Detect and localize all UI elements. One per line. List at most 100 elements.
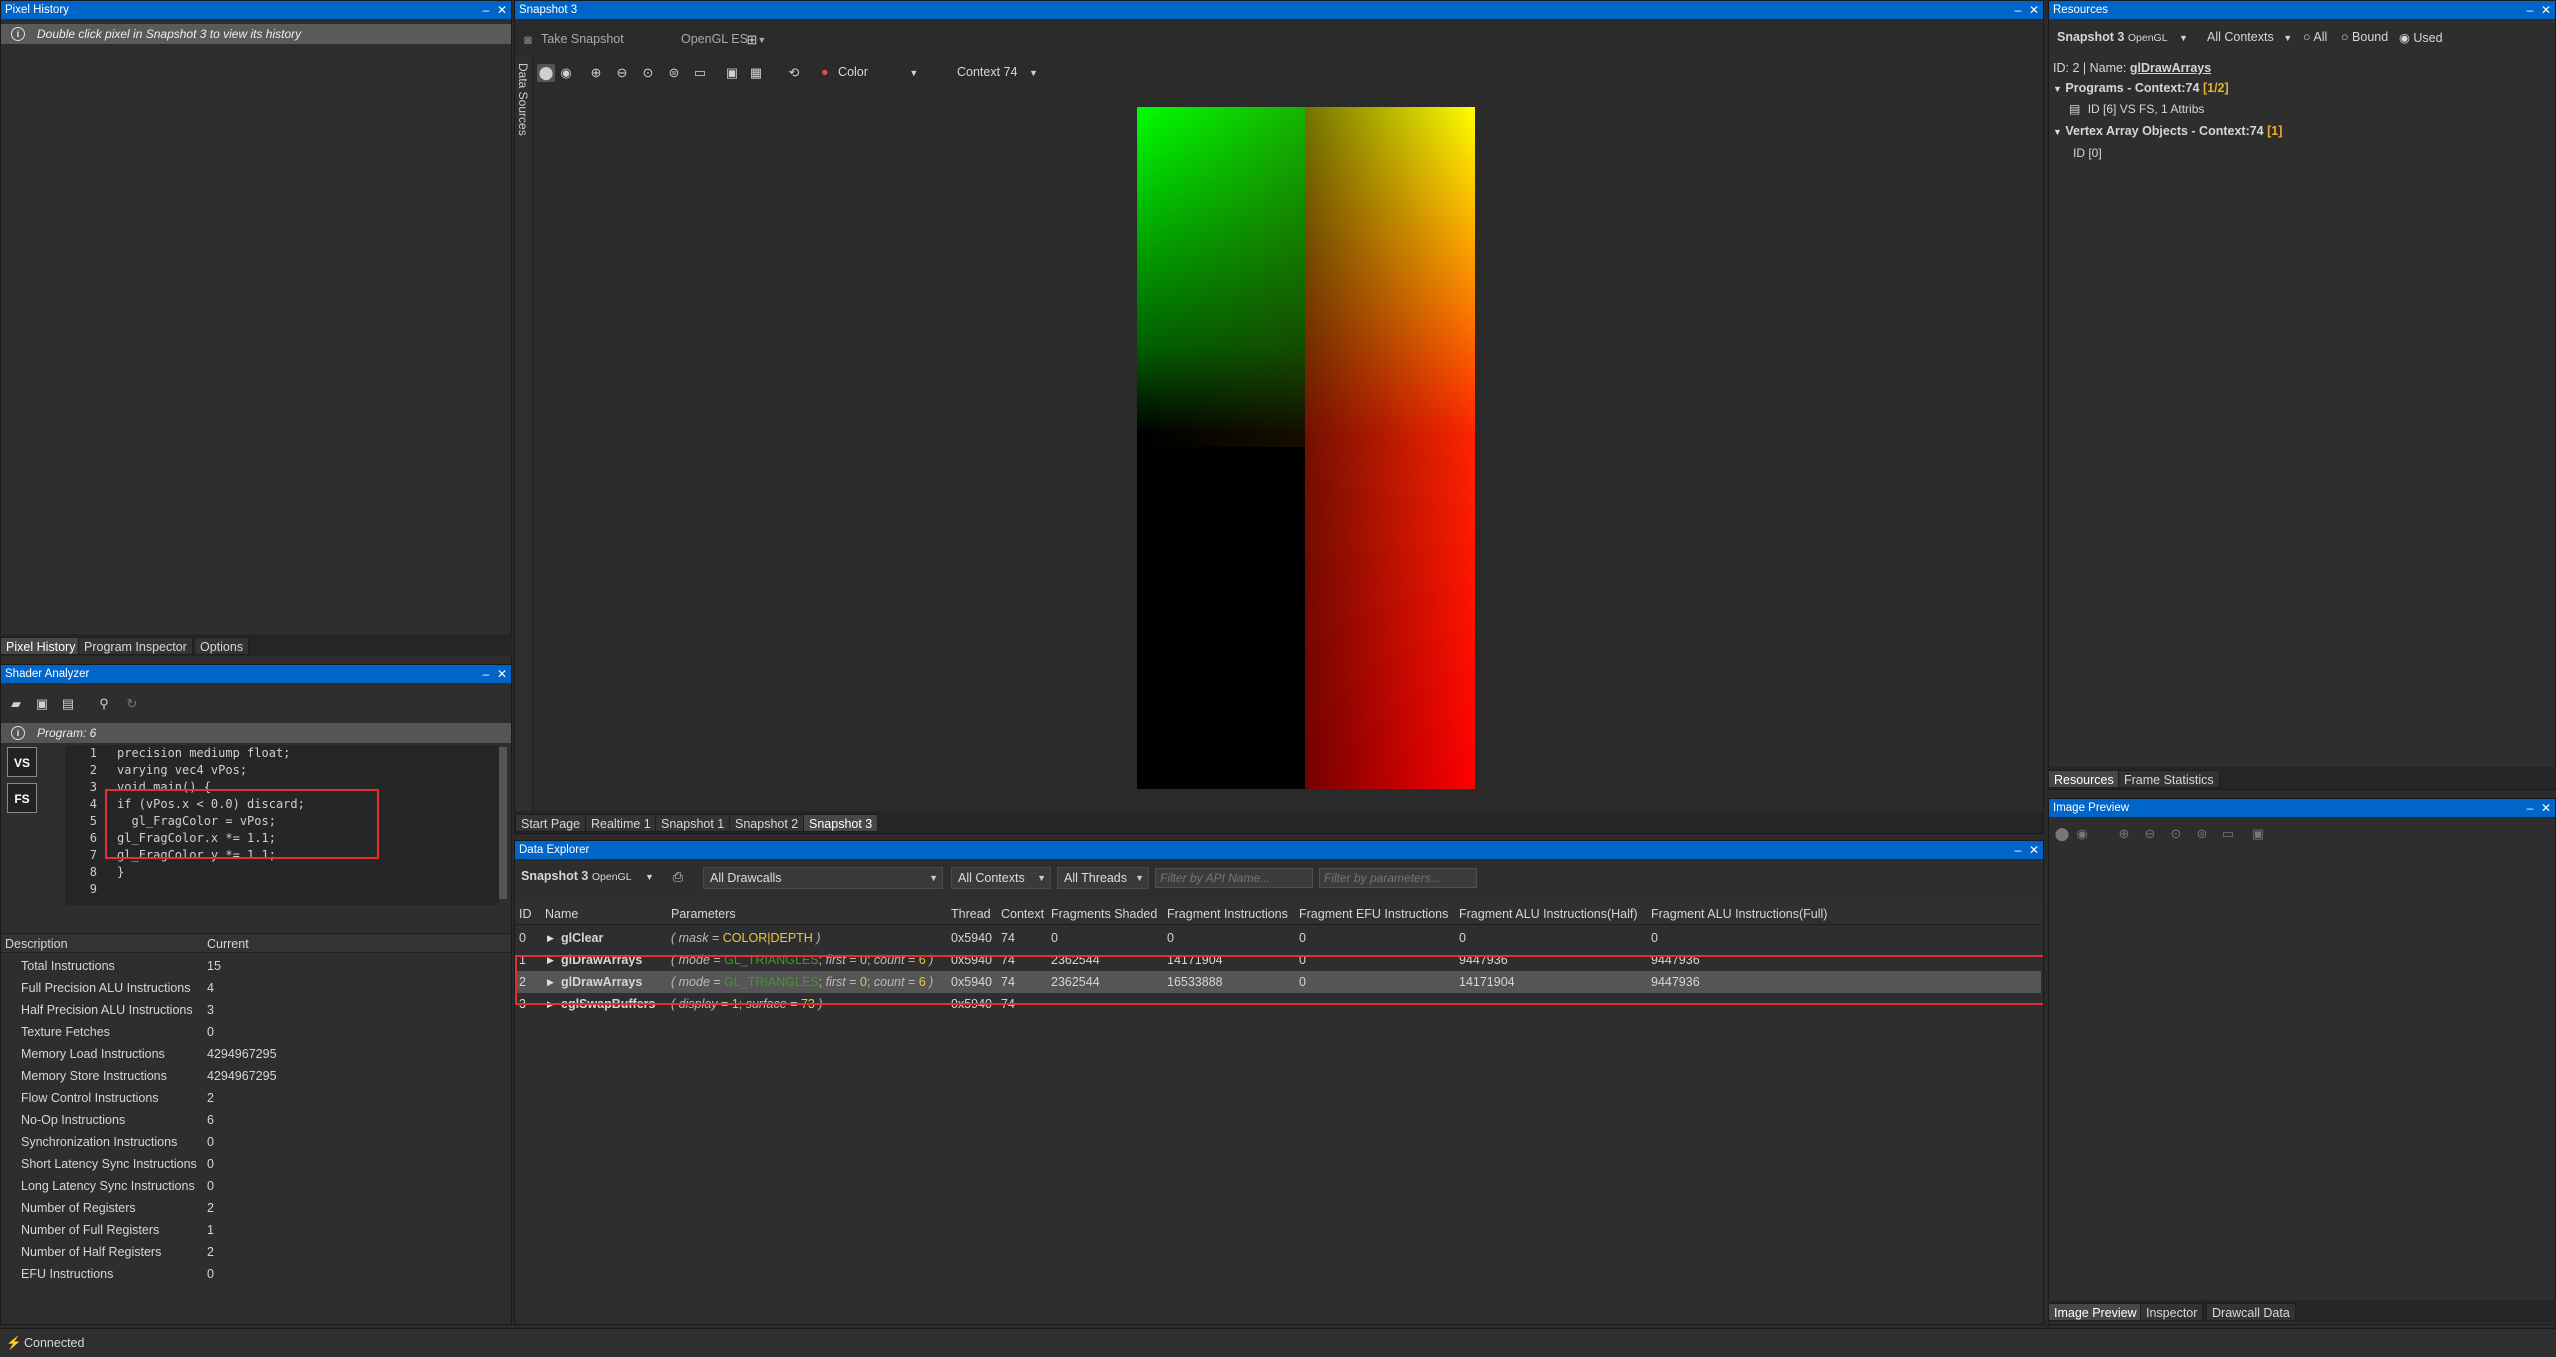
tab-resources[interactable]: Resources: [2048, 770, 2120, 788]
parameters-filter-input[interactable]: [1319, 868, 1477, 888]
zoom-fit-icon[interactable]: ⊙: [639, 64, 657, 82]
take-snapshot-button[interactable]: Take Snapshot: [541, 32, 624, 46]
column-header[interactable]: Fragments Shaded: [1051, 903, 1157, 925]
expand-arrow-icon[interactable]: ▶: [547, 971, 554, 993]
expand-arrow-icon[interactable]: ▶: [547, 993, 554, 1015]
link-icon[interactable]: ⟲: [785, 64, 803, 82]
close-icon[interactable]: ✕: [2027, 1, 2041, 19]
tab-realtime-1[interactable]: Realtime 1: [585, 814, 657, 832]
tab-snapshot-1[interactable]: Snapshot 1: [655, 814, 731, 832]
select-tool-icon[interactable]: ⬤: [537, 64, 555, 82]
screen-icon[interactable]: ▭: [691, 64, 709, 82]
select-tool-icon[interactable]: ⬤: [2053, 825, 2071, 843]
context-dropdown[interactable]: Context 74 ▼: [957, 65, 1038, 79]
tab-frame-statistics[interactable]: Frame Statistics: [2118, 770, 2220, 788]
zoom-in-icon[interactable]: ⊕: [2115, 825, 2133, 843]
table-row[interactable]: 0 ▶ glClear ( mask = COLOR|DEPTH ) 0x5940 74 0…: [515, 927, 2041, 949]
close-icon[interactable]: ✕: [2027, 841, 2041, 859]
minimize-icon[interactable]: ‒: [479, 1, 493, 19]
res-contexts-dropdown[interactable]: All Contexts ▼: [2207, 30, 2292, 44]
close-icon[interactable]: ✕: [495, 1, 509, 19]
radio-bound[interactable]: ○ Bound: [2341, 30, 2388, 44]
pixel-history-titlebar: Pixel History ‒ ✕: [1, 1, 511, 19]
screen-icon[interactable]: ▭: [2219, 825, 2237, 843]
tab-options[interactable]: Options: [194, 637, 250, 655]
minimize-icon[interactable]: ‒: [2011, 1, 2025, 19]
zoom-actual-icon[interactable]: ⊜: [665, 64, 683, 82]
tab-snapshot-3[interactable]: Snapshot 3: [803, 814, 879, 832]
grid-icon[interactable]: ▦: [747, 64, 765, 82]
expand-arrow-icon[interactable]: ▶: [547, 949, 554, 971]
zoom-fit-icon[interactable]: ⊙: [2167, 825, 2185, 843]
tab-inspector[interactable]: Inspector: [2140, 1303, 2204, 1321]
column-header[interactable]: Fragment ALU Instructions(Half): [1459, 903, 1638, 925]
vao-item[interactable]: ID [0]: [2073, 146, 2102, 160]
programs-group[interactable]: ▼ Programs - Context:74 [1/2]: [2053, 81, 2229, 95]
tab-drawcall-data[interactable]: Drawcall Data: [2206, 1303, 2296, 1321]
table-row[interactable]: 2 ▶ glDrawArrays ( mode = GL_TRIANGLES; fir…: [515, 971, 2041, 993]
code-editor[interactable]: 1 precision mediump float; 2 varying vec4 v…: [65, 745, 499, 905]
fs-stage-button[interactable]: FS: [7, 783, 37, 813]
param-value: 1: [731, 997, 739, 1011]
code-scrollbar[interactable]: [499, 747, 507, 899]
column-header[interactable]: Fragment Instructions: [1167, 903, 1288, 925]
render-image[interactable]: [1137, 107, 1475, 789]
zoom-out-icon[interactable]: ⊖: [2141, 825, 2159, 843]
color-dropdown[interactable]: ● Color ▼: [821, 65, 918, 79]
stats-row: Full Precision ALU Instructions 4: [1, 977, 511, 999]
close-icon[interactable]: ✕: [2539, 799, 2553, 817]
minimize-icon[interactable]: ‒: [479, 665, 493, 683]
table-row[interactable]: 3 ▶ eglSwapBuffers ( display = 1; surface =…: [515, 993, 2041, 1015]
tab-snapshot-2[interactable]: Snapshot 2: [729, 814, 805, 832]
tab-start-page[interactable]: Start Page: [515, 814, 587, 832]
close-icon[interactable]: ✕: [495, 665, 509, 683]
column-header[interactable]: Parameters: [671, 903, 736, 925]
res-snapshot-dropdown[interactable]: Snapshot 3 OpenGL ▼: [2057, 30, 2188, 44]
threads-dropdown[interactable]: All Threads ▼: [1057, 867, 1149, 889]
refresh-icon[interactable]: ↻: [123, 695, 141, 713]
table-row[interactable]: 1 ▶ glDrawArrays ( mode = GL_TRIANGLES; fir…: [515, 949, 2041, 971]
column-header[interactable]: Fragment EFU Instructions: [1299, 903, 1448, 925]
export-icon[interactable]: ⎙: [669, 868, 687, 886]
column-header[interactable]: Fragment ALU Instructions(Full): [1651, 903, 1827, 925]
save-as-icon[interactable]: ▤: [59, 695, 77, 713]
expand-arrow-icon[interactable]: ▼: [2053, 84, 2062, 94]
add-icon[interactable]: ⊞: [743, 31, 761, 49]
radio-used[interactable]: ◉ Used: [2399, 30, 2443, 45]
minimize-icon[interactable]: ‒: [2523, 799, 2537, 817]
column-header[interactable]: ID: [519, 903, 532, 925]
minimize-icon[interactable]: ‒: [2523, 1, 2537, 19]
drawcalls-dropdown[interactable]: All Drawcalls ▼: [703, 867, 943, 889]
close-icon[interactable]: ✕: [2539, 1, 2553, 19]
camera-icon[interactable]: ◙: [519, 31, 537, 49]
program-item[interactable]: ▤ ID [6] VS FS, 1 Attribs: [2069, 102, 2204, 116]
row-fragment-efu: 0: [1299, 931, 1306, 945]
contexts-dropdown[interactable]: All Contexts ▼: [951, 867, 1051, 889]
save-icon[interactable]: ▣: [33, 695, 51, 713]
vs-stage-button[interactable]: VS: [7, 747, 37, 777]
expand-arrow-icon[interactable]: ▶: [547, 927, 554, 949]
data-sources-side-tab[interactable]: Data Sources: [515, 57, 533, 817]
tab-pixel-history[interactable]: Pixel History: [0, 637, 82, 655]
zoom-in-icon[interactable]: ⊕: [587, 64, 605, 82]
compile-icon[interactable]: ⚲: [95, 695, 113, 713]
de-snapshot-dropdown[interactable]: Snapshot 3 OpenGL ▼: [521, 869, 654, 883]
open-folder-icon[interactable]: ▰: [7, 695, 25, 713]
tab-program-inspector[interactable]: Program Inspector: [78, 637, 193, 655]
save-image-icon[interactable]: ▣: [2249, 825, 2267, 843]
point-tool-icon[interactable]: ◉: [557, 64, 575, 82]
api-name-filter-input[interactable]: [1155, 868, 1313, 888]
expand-arrow-icon[interactable]: ▼: [2053, 127, 2062, 137]
render-viewport[interactable]: [537, 91, 2037, 805]
minimize-icon[interactable]: ‒: [2011, 841, 2025, 859]
column-header[interactable]: Thread: [951, 903, 991, 925]
column-header[interactable]: Context: [1001, 903, 1044, 925]
radio-all[interactable]: ○ All: [2303, 30, 2327, 44]
save-image-icon[interactable]: ▣: [723, 64, 741, 82]
zoom-out-icon[interactable]: ⊖: [613, 64, 631, 82]
column-header[interactable]: Name: [545, 903, 578, 925]
vao-group[interactable]: ▼ Vertex Array Objects - Context:74 [1]: [2053, 124, 2282, 138]
zoom-actual-icon[interactable]: ⊜: [2193, 825, 2211, 843]
point-tool-icon[interactable]: ◉: [2073, 825, 2091, 843]
tab-image-preview[interactable]: Image Preview: [2048, 1303, 2143, 1321]
